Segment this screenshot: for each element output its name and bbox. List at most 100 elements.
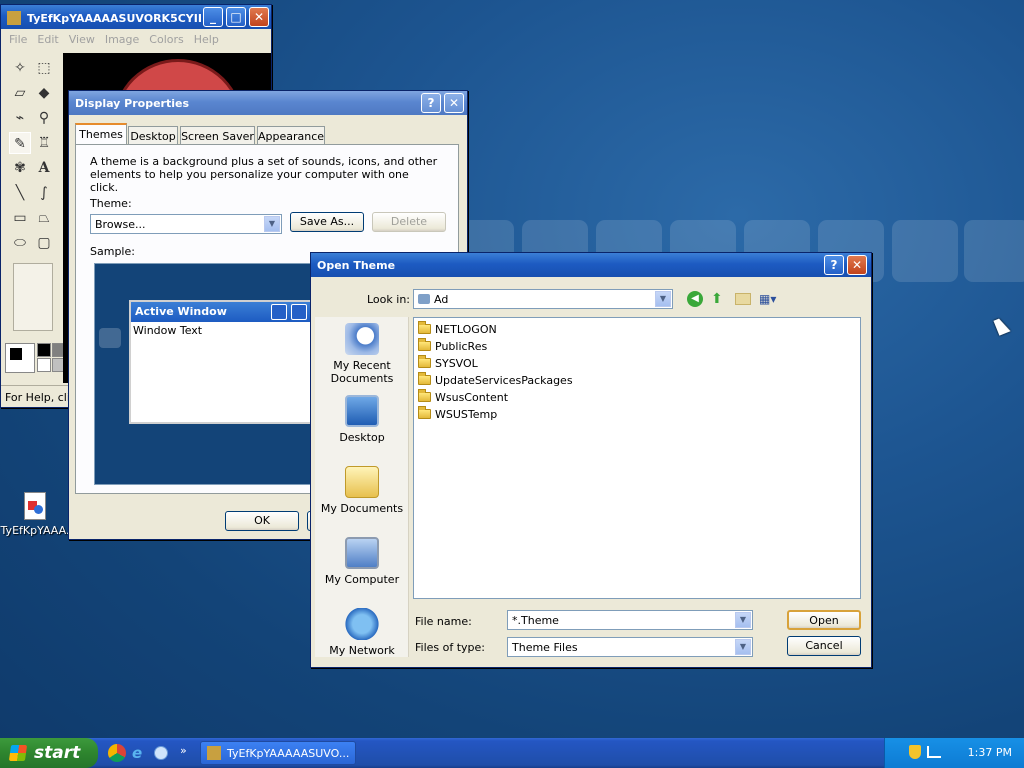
cancel-button[interactable]: Cancel	[787, 636, 861, 656]
minimize-button[interactable]: _	[203, 7, 223, 27]
rectangle-icon[interactable]: ▭	[9, 207, 31, 229]
open-button[interactable]: Open	[787, 610, 861, 630]
desktop-icon-label: TyEfKpYAAA.	[0, 524, 70, 537]
start-label: start	[34, 743, 81, 763]
chevron-down-icon[interactable]: ▼	[655, 291, 671, 307]
folder-item[interactable]: WsusContent	[418, 389, 508, 405]
display-properties-title: Display Properties	[75, 97, 190, 110]
tool-palette: ✧ ⬚ ▱ ◆ ⌁ ⚲ ✎ ♖ ✾ A ╲ ∫ ▭ ⏢ ⬭ ▢	[7, 57, 59, 337]
clock[interactable]: 1:37 PM	[968, 746, 1012, 759]
start-button[interactable]: start	[0, 738, 98, 768]
folder-item[interactable]: PublicRes	[418, 338, 487, 354]
folder-item[interactable]: WSUSTemp	[418, 406, 497, 422]
rounded-rect-icon[interactable]: ▢	[33, 232, 55, 254]
help-button[interactable]: ?	[421, 93, 441, 113]
chevron-down-icon[interactable]: ▼	[735, 612, 751, 628]
line-icon[interactable]: ╲	[9, 182, 31, 204]
menu-colors[interactable]: Colors	[149, 33, 183, 46]
close-button[interactable]: ✕	[444, 93, 464, 113]
close-button[interactable]: ✕	[249, 7, 269, 27]
tab-themes[interactable]: Themes	[75, 123, 127, 145]
look-in-value: Ad	[434, 293, 449, 306]
place-label: My Network	[329, 644, 395, 657]
fill-icon[interactable]: ◆	[33, 82, 55, 104]
security-shield-icon[interactable]	[909, 745, 921, 759]
folder-item[interactable]: NETLOGON	[418, 321, 497, 337]
desktop-icon-file[interactable]: TyEfKpYAAA.	[0, 492, 70, 537]
places-bar: My Recent Documents Desktop My Documents…	[315, 317, 409, 657]
sample-desktop-icon	[99, 328, 121, 348]
save-as-button[interactable]: Save As...	[290, 212, 364, 232]
tab-desktop[interactable]: Desktop	[128, 126, 178, 145]
display-properties-titlebar[interactable]: Display Properties	[69, 91, 467, 115]
image-file-icon	[24, 492, 46, 520]
tab-appearance[interactable]: Appearance	[257, 126, 325, 145]
open-theme-titlebar[interactable]: Open Theme	[311, 253, 871, 277]
eyedropper-icon[interactable]: ⌁	[9, 107, 31, 129]
task-label: TyEfKpYAAAAASUVO...	[227, 747, 350, 760]
folder-icon	[418, 372, 431, 385]
ellipse-icon[interactable]: ⬭	[9, 232, 31, 254]
chrome-icon[interactable]	[108, 744, 126, 762]
eraser-icon[interactable]: ▱	[9, 82, 31, 104]
curve-icon[interactable]: ∫	[33, 182, 55, 204]
text-icon[interactable]: A	[33, 157, 55, 179]
select-rect-icon[interactable]: ⬚	[33, 57, 55, 79]
overflow-chevron-icon[interactable]: »	[180, 744, 187, 757]
menu-view[interactable]: View	[69, 33, 95, 46]
back-icon[interactable]: ◀	[687, 291, 703, 307]
folder-label: WSUSTemp	[435, 407, 498, 421]
menu-image[interactable]: Image	[105, 33, 139, 46]
polygon-icon[interactable]: ⏢	[33, 207, 55, 229]
my-computer-icon	[345, 537, 379, 569]
tool-options[interactable]	[13, 263, 53, 331]
place-my-recent-documents[interactable]: My Recent Documents	[315, 323, 409, 385]
folder-label: NETLOGON	[435, 322, 497, 336]
help-button[interactable]: ?	[824, 255, 844, 275]
folder-item[interactable]: UpdateServicesPackages	[418, 372, 573, 388]
tab-screen-saver[interactable]: Screen Saver	[180, 126, 255, 145]
chevron-down-icon[interactable]: ▼	[735, 639, 751, 655]
internet-explorer-icon[interactable]: e	[132, 744, 142, 762]
theme-select[interactable]: Browse... ▼	[90, 214, 282, 234]
color-selector[interactable]	[5, 343, 35, 373]
menu-help[interactable]: Help	[194, 33, 219, 46]
open-theme-title: Open Theme	[317, 259, 396, 272]
place-my-documents[interactable]: My Documents	[315, 466, 409, 515]
my-documents-icon	[345, 466, 379, 498]
menu-file[interactable]: File	[9, 33, 27, 46]
magnifier-icon[interactable]: ⚲	[33, 107, 55, 129]
close-button[interactable]: ✕	[847, 255, 867, 275]
network-icon[interactable]	[927, 746, 941, 758]
brush-icon[interactable]: ♖	[33, 132, 55, 154]
up-folder-icon[interactable]: ⬆	[711, 291, 727, 307]
taskbar-task-paint[interactable]: TyEfKpYAAAAASUVO...	[200, 741, 356, 765]
select-free-icon[interactable]: ✧	[9, 57, 31, 79]
file-list[interactable]: NETLOGON PublicRes SYSVOL UpdateServices…	[413, 317, 861, 599]
new-folder-icon[interactable]	[735, 293, 751, 305]
folder-icon	[418, 389, 431, 402]
folder-item[interactable]: SYSVOL	[418, 355, 478, 371]
folder-label: UpdateServicesPackages	[435, 373, 573, 387]
ok-button[interactable]: OK	[225, 511, 299, 531]
airbrush-icon[interactable]: ✾	[9, 157, 31, 179]
file-name-field[interactable]: *.Theme ▼	[507, 610, 753, 630]
place-label: Desktop	[339, 431, 385, 444]
sample-minimize-icon	[271, 304, 287, 320]
view-menu-icon[interactable]: ▦▾	[759, 291, 781, 307]
maximize-button[interactable]: □	[226, 7, 246, 27]
pencil-icon[interactable]: ✎	[9, 132, 31, 154]
folder-label: WsusContent	[435, 390, 509, 404]
files-of-type-select[interactable]: Theme Files ▼	[507, 637, 753, 657]
chevron-down-icon[interactable]: ▼	[264, 216, 280, 232]
menu-edit[interactable]: Edit	[37, 33, 58, 46]
place-my-network[interactable]: My Network	[315, 608, 409, 657]
media-player-icon[interactable]	[154, 746, 168, 760]
look-in-select[interactable]: Ad ▼	[413, 289, 673, 309]
place-my-computer[interactable]: My Computer	[315, 537, 409, 586]
delete-button[interactable]: Delete	[372, 212, 446, 232]
paint-task-icon	[207, 746, 221, 760]
sample-maximize-icon	[291, 304, 307, 320]
place-desktop[interactable]: Desktop	[315, 395, 409, 444]
taskbar: start e » TyEfKpYAAAAASUVO... 1:37 PM	[0, 738, 1024, 768]
